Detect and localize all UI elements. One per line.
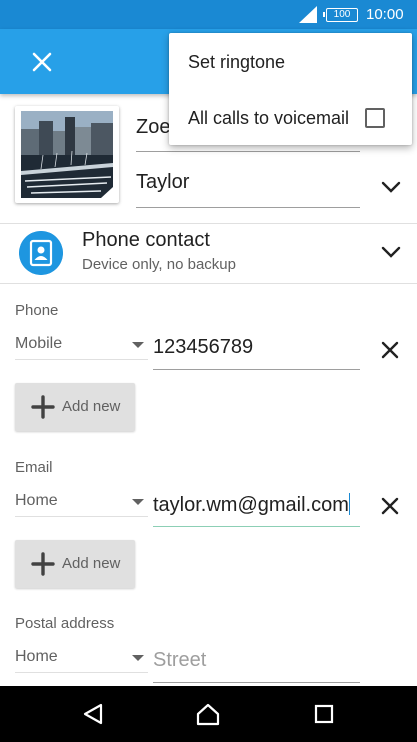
email-field[interactable]: taylor.wm@gmail.com [153,487,360,527]
account-title: Phone contact [82,229,210,251]
add-email-button[interactable]: Add new [15,540,135,588]
battery-icon: 100 [323,8,358,22]
dropdown-arrow-icon [132,499,144,505]
plus-icon [31,552,55,576]
add-email-label: Add new [62,555,121,572]
menu-item-set-ringtone[interactable]: Set ringtone [169,33,412,89]
clear-icon[interactable] [381,497,399,515]
menu-item-label: Set ringtone [188,52,286,72]
back-icon[interactable] [82,702,104,726]
plus-icon [31,395,55,419]
dropdown-arrow-icon [132,655,144,661]
clear-icon[interactable] [381,341,399,359]
photo-image [21,111,113,198]
last-name-field[interactable]: Taylor [136,163,360,208]
voicemail-checkbox[interactable] [365,108,385,128]
text-cursor [348,493,350,515]
contact-card-icon [19,231,63,275]
account-subtitle: Device only, no backup [82,256,236,273]
recents-icon[interactable] [314,702,334,726]
chevron-down-icon[interactable] [380,180,402,194]
account-row[interactable]: Phone contact Device only, no backup [0,224,417,284]
phone-type-select[interactable]: Mobile [15,330,148,360]
signal-icon [299,6,317,23]
add-phone-button[interactable]: Add new [15,383,135,431]
add-phone-label: Add new [62,398,121,415]
close-icon[interactable] [22,42,62,82]
chevron-down-icon[interactable] [380,245,402,259]
clock: 10:00 [366,6,404,23]
phone-label: Phone [15,302,59,319]
home-icon[interactable] [196,702,220,726]
phone-number-field[interactable]: 123456789 [153,330,360,370]
email-value: taylor.wm@gmail.com [153,494,349,516]
street-field[interactable]: Street [153,643,360,683]
email-type-value: Home [15,492,58,509]
dropdown-arrow-icon [132,342,144,348]
postal-label: Postal address [15,615,115,632]
menu-item-label: All calls to voicemail [188,108,350,128]
overflow-menu: Set ringtone All calls to voicemail [169,33,412,145]
menu-item-all-calls-to-voicemail[interactable]: All calls to voicemail [169,89,412,145]
status-bar: 100 10:00 [0,0,417,29]
postal-type-value: Home [15,648,58,665]
phone-type-value: Mobile [15,335,63,352]
postal-type-select[interactable]: Home [15,643,148,673]
email-label: Email [15,459,53,476]
navigation-bar [0,686,417,742]
contact-photo[interactable] [15,106,119,203]
email-type-select[interactable]: Home [15,487,148,517]
